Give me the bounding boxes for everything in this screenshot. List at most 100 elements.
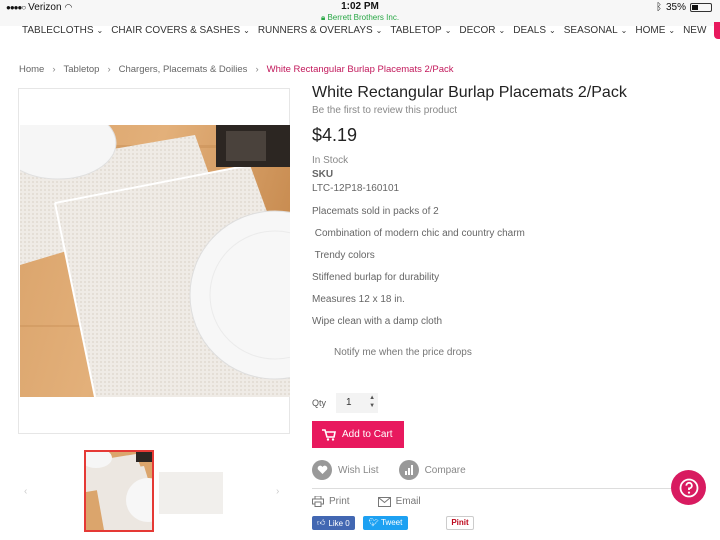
thumbnail-1-image [80, 448, 170, 530]
question-mark-icon [679, 478, 698, 497]
breadcrumb-tabletop[interactable]: Tabletop [64, 64, 100, 75]
feature-item: Stiffened burlap for durability [312, 272, 440, 283]
share-links: Print Email [312, 496, 421, 507]
quantity-row: Qty 1 ▲ ▼ [312, 393, 379, 413]
breadcrumb-separator: › [107, 64, 111, 75]
status-time: 1:02 PM [341, 1, 379, 12]
pinit-button[interactable]: Pinit [446, 516, 474, 530]
product-actions: Wish List Compare [312, 460, 466, 480]
sku-value: LTC-12P18-160101 [312, 183, 400, 194]
price-alert-link[interactable]: Notify me when the price drops [334, 347, 712, 358]
printer-icon [312, 496, 324, 507]
chevron-down-icon: ⌄ [375, 26, 383, 35]
chevron-down-icon: ⌄ [620, 26, 628, 35]
like-label: Like 0 [328, 518, 350, 528]
qty-label: Qty [312, 398, 327, 408]
compare-label: Compare [424, 464, 466, 476]
feature-item: Placemats sold in packs of 2 [312, 206, 439, 217]
nav-item-new[interactable]: New [683, 22, 706, 39]
social-buttons: 👍︎ Like 0 🐦︎ Tweet Pinit [312, 516, 474, 530]
main-nav: Tablecloths ⌄ Chair Covers & Sashes ⌄ Runner… [0, 22, 720, 44]
feature-item: Measures 12 x 18 in. [312, 294, 405, 305]
nav-item-label: Chair Covers & Sashes [111, 25, 241, 36]
chevron-down-icon: ⌄ [243, 26, 250, 35]
bluetooth-icon: ᛒ [655, 2, 662, 13]
nav-item-label: Tabletop [390, 25, 442, 36]
wishlist-label: Wish List [338, 464, 379, 476]
battery-percent: 35% [665, 2, 686, 13]
nav-item[interactable]: Deals ⌄ [513, 22, 556, 39]
thumbnail-strip: ‹ › [18, 446, 290, 538]
product-title: White Rectangular Burlap Placemats 2/Pac… [312, 84, 627, 101]
stepper-arrows-icon[interactable]: ▲ ▼ [369, 394, 375, 410]
quantity-stepper[interactable]: 1 ▲ ▼ [336, 393, 379, 413]
nav-items: Tablecloths ⌄ Chair Covers & Sashes ⌄ Runner… [22, 22, 720, 39]
compare-button[interactable]: Compare [398, 460, 466, 480]
nav-item[interactable]: Tablecloths ⌄ [22, 22, 103, 39]
lock-icon: 🔒︎ [320, 13, 326, 22]
battery-fill [692, 5, 699, 10]
bar-chart-icon [398, 460, 419, 480]
product-details: White Rectangular Burlap Placemats 2/Pac… [312, 84, 712, 358]
breadcrumb-home[interactable]: Home [19, 64, 44, 75]
wishlist-button[interactable]: Wish List [312, 460, 379, 480]
add-to-cart-button[interactable]: Add to Cart [312, 421, 404, 448]
thumbnail-next-icon[interactable]: › [276, 486, 279, 497]
breadcrumb-chargers[interactable]: Chargers, Placemats & Doilies [119, 64, 248, 75]
feature-item: Wipe clean with a damp cloth [312, 316, 443, 327]
chevron-down-icon: ⌄ [549, 26, 556, 35]
chevron-down-icon: ⌄ [96, 26, 104, 35]
twitter-bird-icon: 🐦︎ [368, 518, 379, 527]
heart-icon [312, 460, 332, 480]
nav-item-label: Home [635, 25, 666, 36]
qty-value: 1 [346, 397, 352, 408]
nav-item[interactable]: Tabletop ⌄ [390, 22, 451, 39]
cart-icon [322, 428, 336, 441]
email-link[interactable]: Email [377, 496, 421, 507]
tweet-label: Tweet [380, 518, 403, 527]
sku-label: SKU [312, 169, 334, 180]
envelope-icon [377, 496, 391, 507]
thumbs-up-icon: 👍︎ [317, 518, 326, 527]
product-price: $4.19 [312, 125, 358, 145]
nav-item-label: Deals [513, 25, 547, 36]
nav-item-label: Tablecloths [22, 25, 94, 36]
battery-icon [690, 3, 712, 12]
feature-item: Trendy colors [312, 250, 375, 261]
nav-item-label: Seasonal [563, 25, 618, 36]
add-to-cart-label: Add to Cart [342, 429, 393, 440]
facebook-like-button[interactable]: 👍︎ Like 0 [312, 516, 355, 530]
breadcrumb-current: White Rectangular Burlap Placemats 2/Pac… [266, 64, 454, 75]
nav-item[interactable]: Runners & Overlays ⌄ [258, 22, 383, 39]
feature-item: Combination of modern chic and country c… [312, 228, 525, 239]
thumbnail-2[interactable] [159, 472, 223, 514]
tweet-button[interactable]: 🐦︎ Tweet [362, 516, 409, 530]
chevron-down-icon: ⌄ [668, 26, 676, 35]
nav-item-rent[interactable]: Rent [714, 22, 720, 39]
nav-item[interactable]: Home ⌄ [635, 22, 675, 39]
print-label: Print [329, 496, 350, 507]
divider [312, 488, 702, 489]
nav-item[interactable]: Decor ⌄ [459, 22, 505, 39]
email-label: Email [395, 496, 421, 507]
site-name: Berrett Brothers Inc. [327, 13, 400, 22]
chevron-down-icon: ⌄ [498, 26, 506, 35]
chevron-down-icon: ⌄ [444, 26, 452, 35]
breadcrumb-separator: › [52, 64, 56, 75]
breadcrumb-separator: › [255, 64, 259, 75]
breadcrumb: Home › Tabletop › Chargers, Placemats & … [19, 64, 454, 75]
stock-status: In Stock [312, 155, 349, 166]
battery-status: ᛒ 35% [656, 2, 712, 13]
thumbnail-1[interactable] [80, 448, 170, 532]
print-link[interactable]: Print [312, 496, 350, 507]
nav-item[interactable]: Seasonal ⌄ [564, 22, 628, 39]
nav-item-label: Decor [459, 25, 496, 36]
product-image[interactable] [20, 125, 290, 397]
nav-item-label: Runners & Overlays [257, 25, 373, 36]
nav-item[interactable]: Chair Covers & Sashes ⌄ [111, 22, 250, 39]
product-gallery[interactable] [18, 88, 290, 434]
help-button[interactable] [671, 470, 706, 505]
thumbnail-prev-icon[interactable]: ‹ [24, 486, 27, 497]
feature-list: Placemats sold in packs of 2 Combination… [312, 201, 712, 333]
review-link[interactable]: Be the first to review this product [312, 105, 712, 116]
